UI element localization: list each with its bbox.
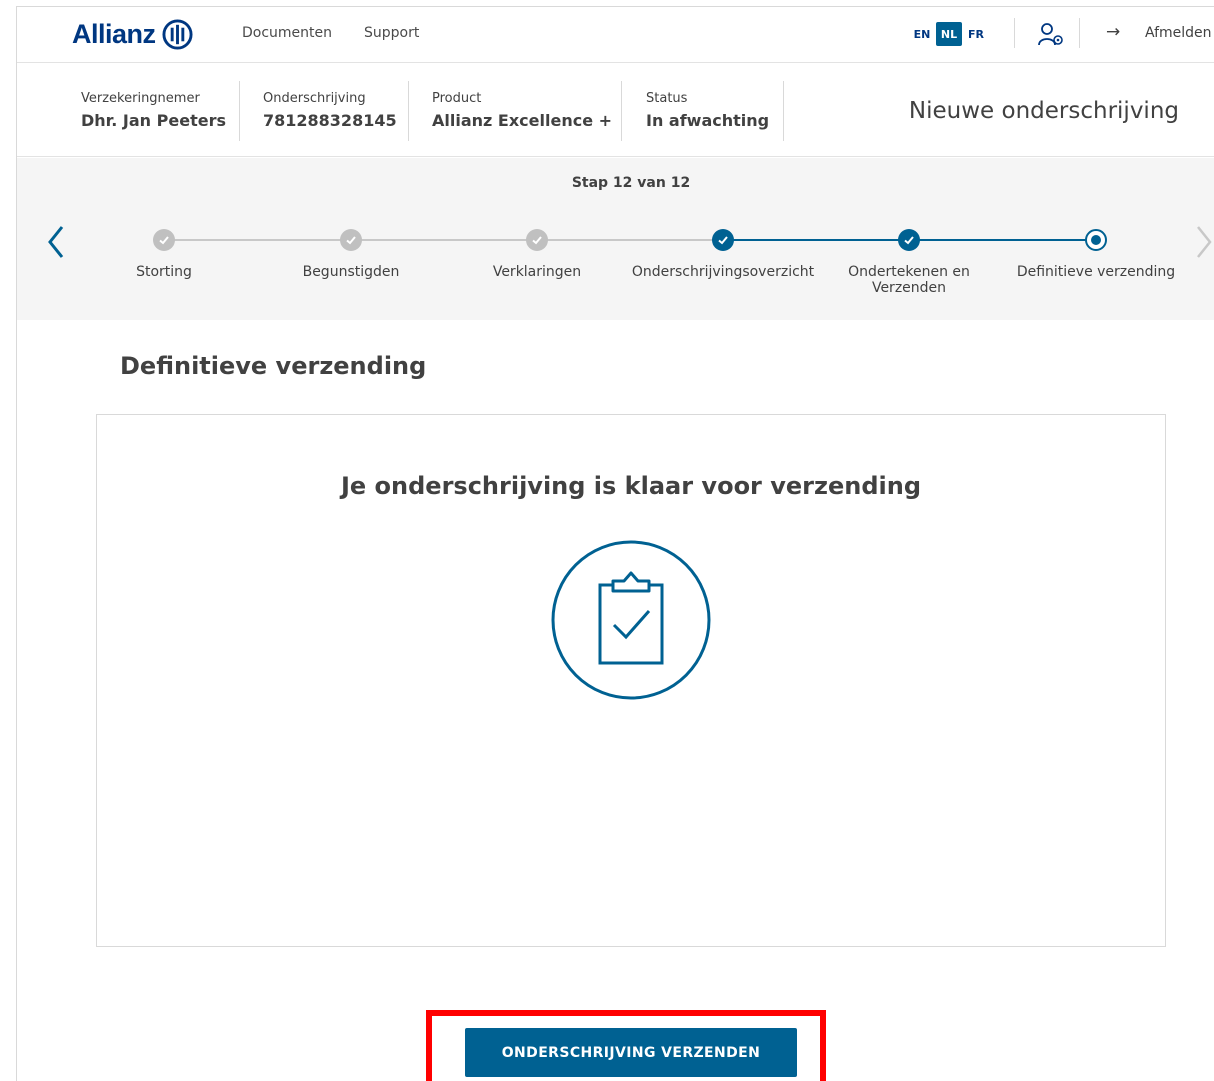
app-frame: Allianz Documenten Support EN NL FR → Af… bbox=[16, 6, 1214, 1081]
lang-fr[interactable]: FR bbox=[964, 22, 988, 46]
allianz-logo[interactable]: Allianz bbox=[72, 17, 193, 51]
step-label[interactable]: Storting bbox=[64, 264, 264, 280]
clipboard-check-icon bbox=[551, 540, 711, 700]
lang-nl[interactable]: NL bbox=[936, 22, 962, 46]
page-title: Nieuwe onderschrijving bbox=[908, 98, 1179, 124]
step-label[interactable]: Onderschrijvingsoverzicht bbox=[623, 264, 823, 280]
arrow-right-icon[interactable]: → bbox=[1106, 22, 1120, 42]
brand-name: Allianz bbox=[72, 18, 156, 49]
info-divider bbox=[783, 81, 784, 141]
step-counter: Stap 12 van 12 bbox=[571, 175, 691, 191]
step-label[interactable]: Definitieve verzending bbox=[996, 264, 1196, 280]
step-label[interactable]: Ondertekenen en Verzenden bbox=[834, 264, 984, 296]
step-dot-overzicht[interactable] bbox=[712, 229, 734, 251]
check-icon bbox=[159, 236, 169, 245]
check-icon bbox=[532, 236, 542, 245]
chevron-left-icon[interactable] bbox=[45, 222, 67, 262]
info-label: Verzekeringnemer bbox=[81, 91, 200, 106]
top-navigation: Allianz Documenten Support EN NL FR → Af… bbox=[17, 7, 1214, 63]
ready-card: Je onderschrijving is klaar voor verzend… bbox=[96, 414, 1166, 947]
step-dot-verklaringen[interactable] bbox=[526, 229, 548, 251]
check-icon bbox=[718, 236, 728, 245]
user-settings-icon[interactable] bbox=[1037, 21, 1065, 47]
section-title: Definitieve verzending bbox=[120, 352, 427, 380]
info-value: Allianz Excellence + bbox=[432, 111, 613, 130]
nav-documenten[interactable]: Documenten bbox=[242, 25, 332, 41]
info-label: Onderschrijving bbox=[263, 91, 366, 106]
header-divider bbox=[1014, 18, 1015, 48]
stepper-track-completed bbox=[164, 239, 723, 241]
nav-support[interactable]: Support bbox=[364, 25, 419, 41]
step-dot-ondertekenen[interactable] bbox=[898, 229, 920, 251]
lang-en[interactable]: EN bbox=[910, 22, 934, 46]
info-divider bbox=[408, 81, 409, 141]
step-dot-storting[interactable] bbox=[153, 229, 175, 251]
subscription-info-bar: Verzekeringnemer Dhr. Jan Peeters Onders… bbox=[17, 64, 1214, 157]
allianz-eagle-icon bbox=[162, 18, 193, 50]
info-label: Status bbox=[646, 91, 688, 106]
submit-subscription-button[interactable]: ONDERSCHRIJVING VERZENDEN bbox=[465, 1028, 797, 1077]
info-divider bbox=[621, 81, 622, 141]
check-icon bbox=[346, 236, 356, 245]
step-label[interactable]: Begunstigden bbox=[251, 264, 451, 280]
info-divider bbox=[239, 81, 240, 141]
logout-link[interactable]: Afmelden bbox=[1145, 25, 1212, 41]
info-value: Dhr. Jan Peeters bbox=[81, 111, 226, 130]
progress-stepper: Stap 12 van 12 Storting Begunstigden Ver… bbox=[17, 158, 1214, 320]
info-value: 781288328145 bbox=[263, 111, 397, 130]
info-value: In afwachting bbox=[646, 111, 770, 130]
step-label[interactable]: Verklaringen bbox=[437, 264, 637, 280]
step-dot-begunstigden[interactable] bbox=[340, 229, 362, 251]
step-dot-definitieve-verzending[interactable] bbox=[1085, 229, 1107, 251]
header-divider bbox=[1079, 18, 1080, 48]
card-title: Je onderschrijving is klaar voor verzend… bbox=[340, 472, 922, 500]
check-icon bbox=[904, 236, 914, 245]
info-label: Product bbox=[432, 91, 482, 106]
chevron-right-icon[interactable] bbox=[1193, 222, 1214, 262]
